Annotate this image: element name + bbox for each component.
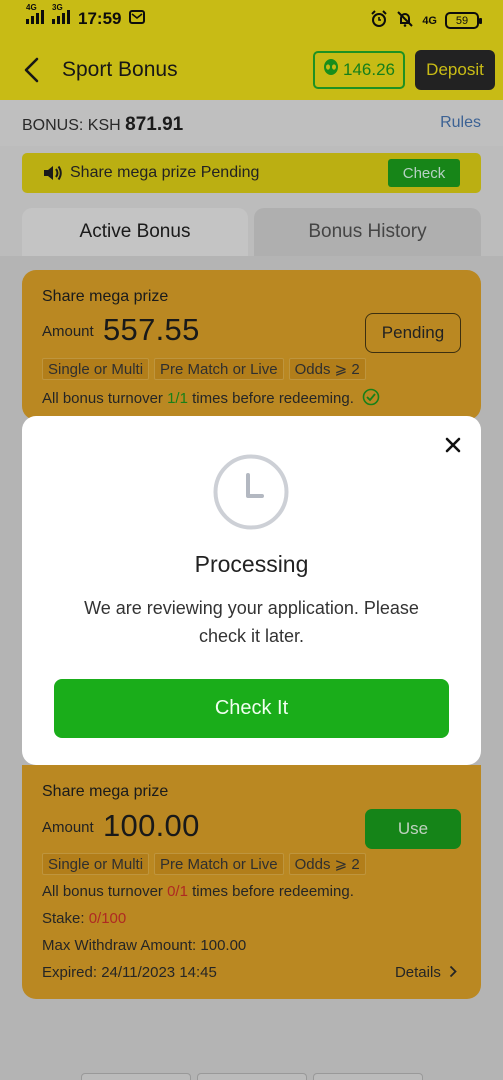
processing-dialog: Processing We are reviewing your applica… <box>22 416 481 765</box>
check-it-button[interactable]: Check It <box>54 679 449 738</box>
close-icon[interactable] <box>442 434 464 456</box>
dialog-title: Processing <box>194 551 309 577</box>
clock-icon <box>212 453 290 531</box>
dialog-message: We are reviewing your application. Pleas… <box>84 598 419 646</box>
